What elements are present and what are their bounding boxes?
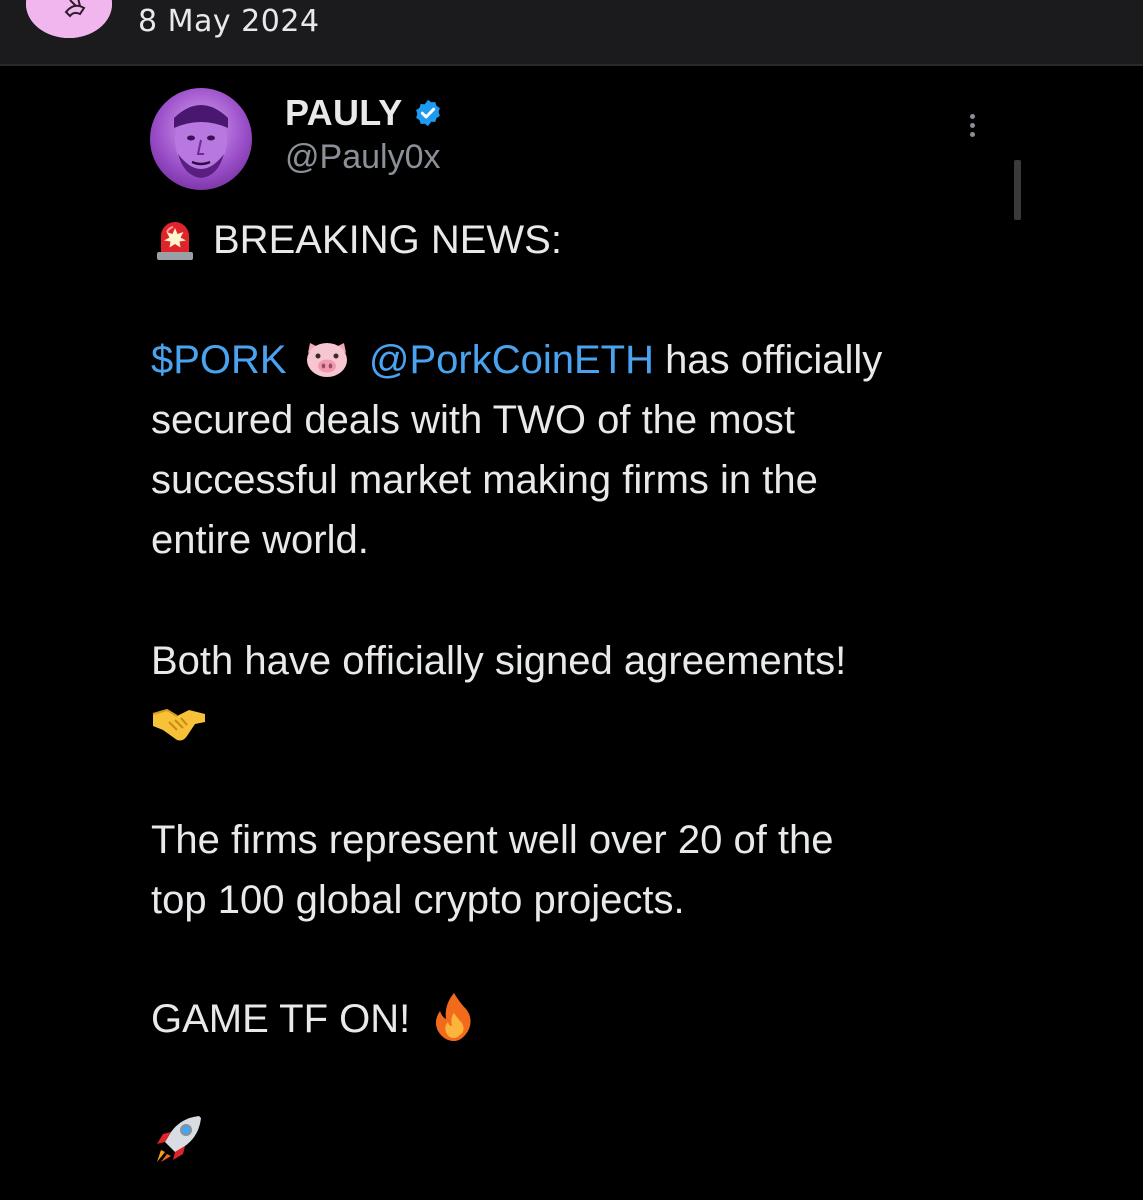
verified-badge-icon [415,99,440,127]
handshake-emoji [152,709,205,741]
line-7: top 100 global crypto projects. [151,878,685,922]
line-8: GAME TF ON! [151,989,477,1049]
line-1: $PORK @PorkCoinETH has officially [151,330,882,390]
fire-emoji [436,993,471,1042]
line-2: secured deals with TWO of the most [151,398,795,442]
author-handle[interactable]: @Pauly0x [285,138,440,177]
line-6: The firms represent well over 20 of the [151,818,834,862]
tweet-card: PAULY @Pauly0x BREAKING NEWS: $PORK @Por… [0,66,1143,1200]
author-name[interactable]: PAULY [285,92,403,134]
tweet-body-4: GAME TF ON! [151,989,477,1049]
author-face-icon [174,105,228,178]
game-on-text: GAME TF ON! [151,997,411,1041]
post-date: 8 May 2024 [138,4,320,39]
breaking-text: BREAKING NEWS: [213,218,562,262]
rocket-emoji [157,1116,201,1162]
top-bar: 8 May 2024 [0,0,1143,66]
police-siren-emoji [157,222,193,261]
mention-link[interactable]: @PorkCoinETH [369,338,654,382]
tweet-body: BREAKING NEWS: $PORK @PorkCoinETH has of… [151,210,882,570]
line-5: Both have officially signed agreements! [151,639,847,683]
handshake-line [151,691,846,747]
cashtag-link[interactable]: $PORK [151,338,287,382]
more-options-icon[interactable] [958,110,986,146]
author-name-row: PAULY [285,92,443,134]
breaking-line: BREAKING NEWS: [151,210,882,270]
rocket-line [151,1110,207,1171]
line-4: entire world. [151,518,369,562]
line-1-rest: has officially [653,338,883,382]
scrollbar[interactable] [1014,160,1021,220]
line-3: successful market making firms in the [151,458,818,502]
pig-face-emoji [306,343,347,378]
tweet-body-3: The firms represent well over 20 of the … [151,810,834,930]
sticker-icon [26,0,112,38]
tweet-body-2: Both have officially signed agreements! [151,631,846,747]
user-avatar[interactable] [26,0,112,38]
author-avatar[interactable] [150,88,252,190]
